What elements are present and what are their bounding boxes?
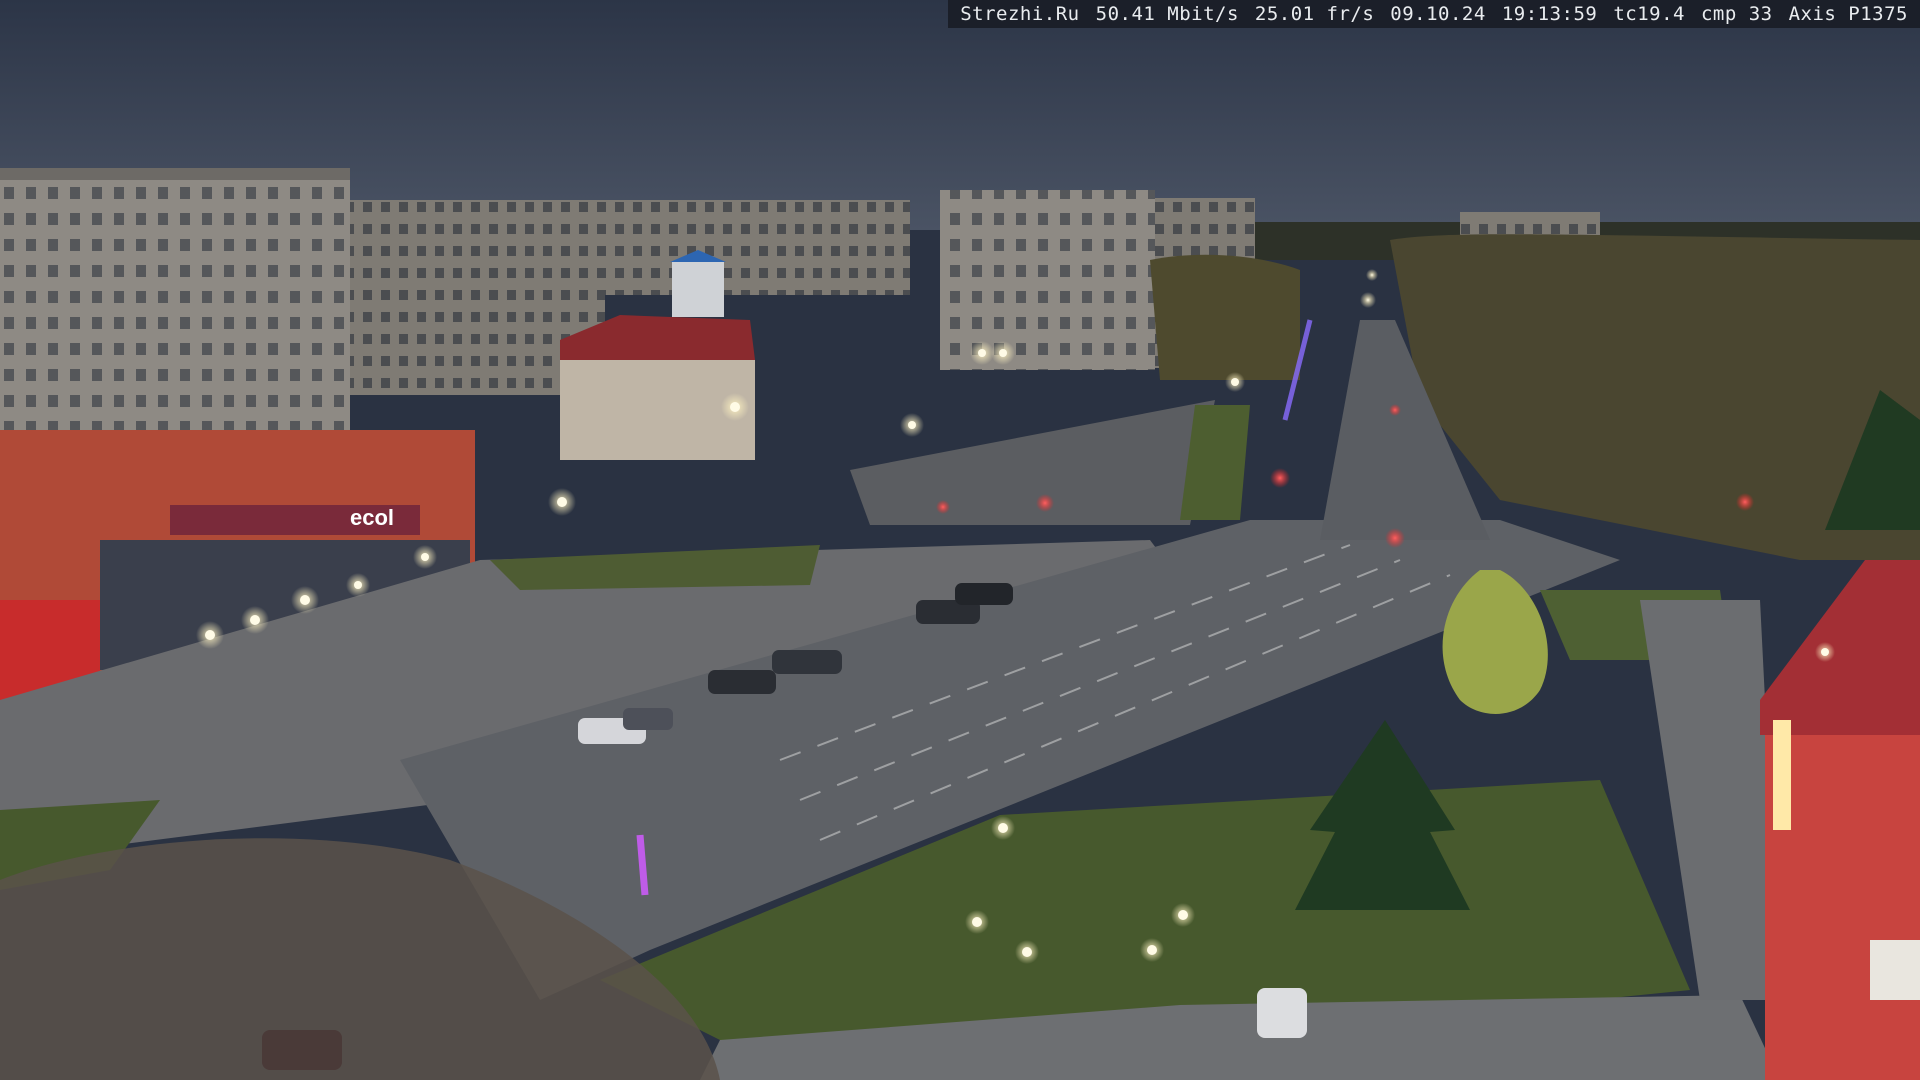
camera-overlay: Strezhi.Ru 50.41 Mbit/s 25.01 fr/s 09.10.24… [948, 0, 1920, 28]
overlay-camera: Axis P1375 [1788, 3, 1908, 25]
overlay-cmp: cmp 33 [1700, 3, 1773, 25]
apartment-roof [0, 168, 350, 180]
overlay-bitrate: 50.41 Mbit/s [1095, 3, 1239, 25]
festive-pole-lights [636, 834, 649, 896]
tall-building-center [940, 190, 1155, 370]
right-building-sign [1773, 720, 1791, 830]
conifer-tree [1295, 720, 1470, 910]
autumn-trees-mid [1150, 254, 1300, 380]
storefront-sign: ecol [350, 505, 394, 530]
overlay-framerate: 25.01 fr/s [1254, 3, 1375, 25]
overlay-time: 19:13:59 [1501, 3, 1598, 25]
right-building-window [1870, 940, 1920, 1000]
lawn-plaza [490, 545, 820, 590]
overlay-site: Strezhi.Ru [960, 3, 1080, 25]
overlay-tc: tc19.4 [1613, 3, 1685, 25]
overlay-date: 09.10.24 [1390, 3, 1486, 25]
far-building-row [350, 200, 910, 295]
right-building-roof [1760, 560, 1920, 735]
blue-tower [672, 262, 724, 317]
camera-scene: ecol [0, 0, 1920, 1080]
